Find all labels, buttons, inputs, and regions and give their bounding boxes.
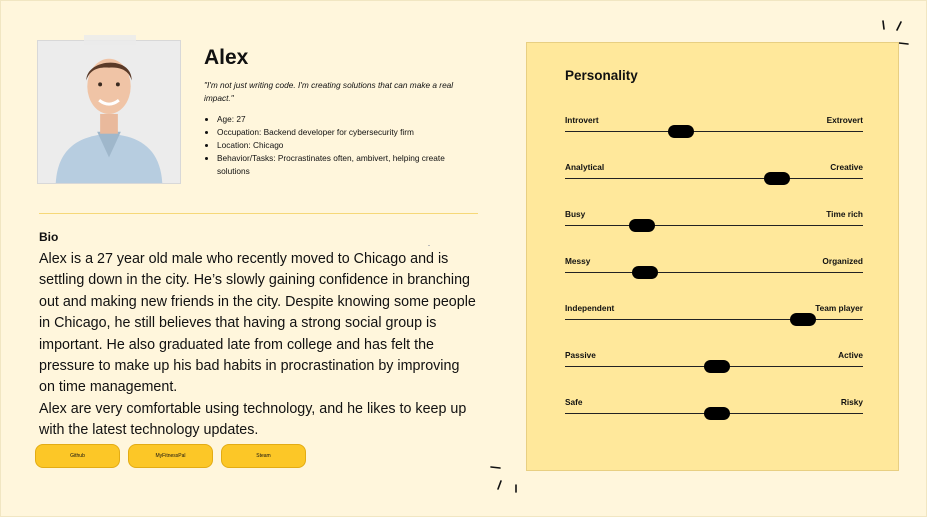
persona-quote: "I'm not just writing code. I'm creating… — [204, 80, 454, 103]
photo-tape — [84, 35, 136, 45]
trait-right-label: Extrovert — [826, 115, 863, 125]
fact-behavior: Behavior/Tasks: Procrastinates often, am… — [217, 152, 477, 178]
trait-busy-timerich: Busy Time rich — [565, 209, 863, 239]
sparkle-doodle-bottom-left — [490, 466, 517, 493]
trait-track — [565, 178, 863, 179]
trait-track — [565, 225, 863, 226]
persona-facts-list: Age: 27 Occupation: Backend developer fo… — [206, 113, 477, 178]
trait-left-label: Safe — [565, 397, 583, 407]
bio-heading: Bio — [39, 230, 59, 244]
steam-button[interactable]: Steam — [221, 444, 306, 468]
trait-right-label: Time rich — [826, 209, 863, 219]
trait-messy-organized: Messy Organized — [565, 256, 863, 286]
trait-slider-knob[interactable] — [629, 219, 656, 232]
trait-left-label: Analytical — [565, 162, 605, 172]
profile-photo — [37, 40, 181, 184]
trait-left-label: Passive — [565, 350, 596, 360]
trait-slider-knob[interactable] — [632, 266, 659, 279]
trait-independent-teamplayer: Independent Team player — [565, 303, 863, 333]
trait-safe-risky: Safe Risky — [565, 397, 863, 427]
person-portrait-icon — [38, 41, 180, 183]
trait-slider-knob[interactable] — [703, 360, 730, 373]
trait-left-label: Introvert — [565, 115, 599, 125]
trait-track — [565, 319, 863, 320]
trait-left-label: Messy — [565, 256, 591, 266]
personality-panel: Personality Introvert Extrovert Analytic… — [526, 42, 899, 471]
trait-passive-active: Passive Active — [565, 350, 863, 380]
trait-track — [565, 272, 863, 273]
stray-mark — [428, 245, 430, 246]
trait-slider-knob[interactable] — [763, 172, 790, 185]
section-divider — [39, 213, 478, 214]
trait-track — [565, 131, 863, 132]
personality-title: Personality — [565, 68, 638, 83]
fact-age: Age: 27 — [217, 113, 477, 126]
github-button[interactable]: Github — [35, 444, 120, 468]
trait-right-label: Risky — [840, 397, 863, 407]
fact-occupation: Occupation: Backend developer for cybers… — [217, 126, 477, 139]
trait-right-label: Active — [838, 350, 863, 360]
fact-location: Location: Chicago — [217, 139, 477, 152]
trait-introvert-extrovert: Introvert Extrovert — [565, 115, 863, 145]
myfitnesspal-button[interactable]: MyFitnessPal — [128, 444, 213, 468]
trait-slider-knob[interactable] — [703, 407, 730, 420]
bio-text: Alex is a 27 year old male who recently … — [39, 249, 479, 442]
trait-right-label: Team player — [815, 303, 863, 313]
trait-right-label: Organized — [822, 256, 863, 266]
bio-paragraph: Alex is a 27 year old male who recently … — [39, 251, 476, 396]
persona-name: Alex — [204, 46, 249, 69]
trait-slider-knob[interactable] — [668, 125, 695, 138]
trait-right-label: Creative — [830, 162, 863, 172]
trait-left-label: Independent — [565, 303, 615, 313]
bio-paragraph: Alex are very comfortable using technolo… — [39, 400, 467, 439]
trait-analytical-creative: Analytical Creative — [565, 162, 863, 192]
trait-slider-knob[interactable] — [790, 313, 817, 326]
trait-left-label: Busy — [565, 209, 586, 219]
